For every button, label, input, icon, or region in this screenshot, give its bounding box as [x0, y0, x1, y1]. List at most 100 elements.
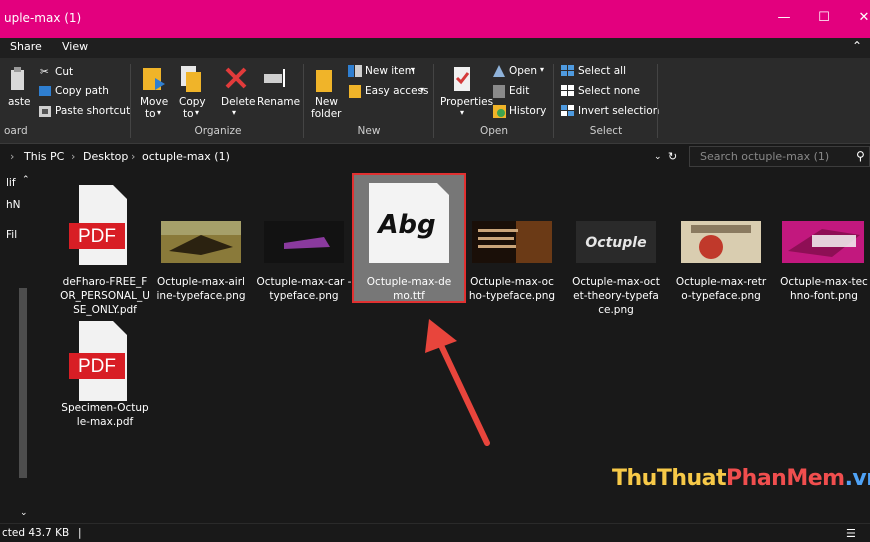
tab-view[interactable]: View [62, 40, 88, 53]
pdf-file-icon: PDF [69, 321, 127, 401]
file-item[interactable]: Octuple-max-retr o-typeface.png [671, 179, 771, 319]
move-to-label-2: to [145, 108, 156, 120]
ribbon-collapse-icon[interactable]: ⌃ [852, 39, 862, 53]
details-view-icon[interactable]: ☰ [846, 527, 856, 540]
file-item[interactable]: Octuple Octuple-max-oct et-theory-typefa… [566, 179, 666, 333]
file-item[interactable]: Octuple-max-airl ine-typeface.png [151, 179, 251, 319]
copy-path-button[interactable]: Copy path [55, 85, 109, 97]
paste-button[interactable]: aste [8, 96, 30, 108]
pdf-badge: PDF [78, 356, 116, 377]
tab-share[interactable]: Share [10, 40, 42, 53]
nav-item[interactable]: hN [6, 199, 21, 211]
nav-item[interactable]: lif [6, 177, 16, 189]
delete-dropdown-icon[interactable]: ▾ [232, 108, 236, 117]
organize-group-label: Organize [194, 125, 242, 137]
ribbon-divider [130, 64, 131, 138]
breadcrumb-folder[interactable]: octuple-max (1) [142, 150, 230, 163]
thumbnail-text: Octuple [585, 235, 646, 251]
scroll-up-icon[interactable]: ⌃ [22, 175, 30, 185]
new-item-icon [348, 65, 362, 77]
ribbon-divider [657, 64, 658, 138]
clipboard-group-label: oard [4, 125, 28, 137]
scroll-down-icon[interactable]: ⌄ [20, 508, 28, 518]
file-item[interactable]: Octuple-max-tec hno-font.png [774, 179, 870, 319]
file-item-selected[interactable]: Abg Octuple-max-de mo.ttf [359, 179, 459, 319]
window-title: uple-max (1) [4, 11, 82, 25]
maximize-button[interactable]: ☐ [814, 8, 834, 28]
delete-icon[interactable] [224, 66, 248, 90]
close-button[interactable]: ✕ [854, 8, 870, 28]
paste-shortcut-icon [39, 106, 51, 117]
open-group-label: Open [479, 125, 509, 137]
nav-item[interactable]: Fil [6, 229, 17, 241]
easy-access-dropdown-icon[interactable]: ▾ [420, 85, 424, 94]
file-item[interactable]: PDF deFharo-FREE_F OR_PERSONAL_U SE_ONLY… [55, 179, 155, 319]
move-to-button[interactable]: Move [140, 96, 168, 108]
copy-to-dropdown-icon[interactable]: ▾ [195, 108, 199, 117]
rename-icon[interactable] [263, 66, 289, 90]
copy-to-icon[interactable] [179, 64, 203, 94]
paste-icon[interactable] [10, 66, 26, 92]
file-label: Octuple-max-tec hno-font.png [780, 276, 868, 302]
new-group-label: New [357, 125, 381, 137]
breadcrumb-separator-icon: › [10, 150, 15, 163]
file-item[interactable]: Octuple-max-oc ho-typeface.png [462, 179, 562, 319]
pdf-file-icon: PDF [69, 185, 127, 265]
cut-button[interactable]: Cut [55, 66, 73, 78]
file-label: deFharo-FREE_F OR_PERSONAL_U SE_ONLY.pdf [60, 276, 150, 316]
refresh-icon[interactable]: ↻ [668, 150, 677, 163]
select-all-button[interactable]: Select all [578, 65, 626, 77]
minimize-button[interactable]: — [774, 8, 794, 28]
file-label: Octuple-max-car -typeface.png [256, 276, 352, 302]
address-dropdown-icon[interactable]: ⌄ [654, 152, 662, 162]
file-item[interactable]: Octuple-max-car -typeface.png [254, 179, 354, 319]
watermark-part2: PhanMem [726, 466, 845, 491]
image-thumbnail [161, 221, 241, 263]
breadcrumb-this-pc[interactable]: This PC [24, 150, 64, 163]
file-item[interactable]: PDF Specimen-Octup le-max.pdf [55, 317, 155, 447]
delete-button[interactable]: Delete [221, 96, 256, 108]
image-thumbnail [782, 221, 864, 263]
watermark-part3: .vn [844, 466, 870, 491]
annotation-arrow [425, 319, 490, 446]
properties-icon[interactable] [452, 64, 474, 94]
breadcrumb-separator-icon: › [131, 150, 136, 163]
new-folder-icon[interactable] [314, 64, 336, 94]
image-thumbnail: Octuple [576, 221, 656, 263]
file-label: Octuple-max-oct et-theory-typefa ce.png [572, 276, 660, 316]
new-item-button[interactable]: New item [365, 65, 415, 77]
image-thumbnail [681, 221, 761, 263]
search-box[interactable]: Search octuple-max (1) ⚲ [689, 146, 870, 167]
ribbon-divider [303, 64, 304, 138]
file-label: Octuple-max-de mo.ttf [366, 276, 452, 302]
copy-to-label-2: to [183, 108, 194, 120]
easy-access-button[interactable]: Easy access [365, 85, 428, 97]
paste-shortcut-button[interactable]: Paste shortcut [55, 105, 130, 117]
new-folder-button[interactable]: New [315, 96, 338, 108]
invert-selection-icon [561, 105, 574, 116]
open-dropdown-icon[interactable]: ▾ [540, 65, 544, 74]
font-preview-text: Abg [376, 210, 435, 240]
nav-scrollbar-thumb[interactable] [19, 288, 27, 478]
rename-button[interactable]: Rename [257, 96, 300, 108]
image-thumbnail [472, 221, 552, 263]
open-button[interactable]: Open [509, 65, 537, 77]
edit-button[interactable]: Edit [509, 85, 529, 97]
select-all-icon [561, 65, 574, 76]
move-to-dropdown-icon[interactable]: ▾ [157, 108, 161, 117]
select-none-button[interactable]: Select none [578, 85, 640, 97]
search-input[interactable]: Search octuple-max (1) [700, 150, 829, 163]
copy-to-button[interactable]: Copy [179, 96, 206, 108]
new-item-dropdown-icon[interactable]: ▾ [411, 65, 415, 74]
history-button[interactable]: History [509, 105, 546, 117]
invert-selection-button[interactable]: Invert selection [578, 105, 659, 117]
properties-dropdown-icon[interactable]: ▾ [460, 108, 464, 117]
search-icon[interactable]: ⚲ [856, 149, 865, 163]
select-group-label: Select [589, 125, 623, 137]
move-to-icon[interactable] [141, 64, 167, 94]
properties-button[interactable]: Properties [440, 96, 493, 108]
ribbon-divider [553, 64, 554, 138]
status-separator: | [78, 527, 82, 539]
breadcrumb-desktop[interactable]: Desktop [83, 150, 128, 163]
status-bar: cted 43.7 KB | ☰ [0, 523, 870, 542]
